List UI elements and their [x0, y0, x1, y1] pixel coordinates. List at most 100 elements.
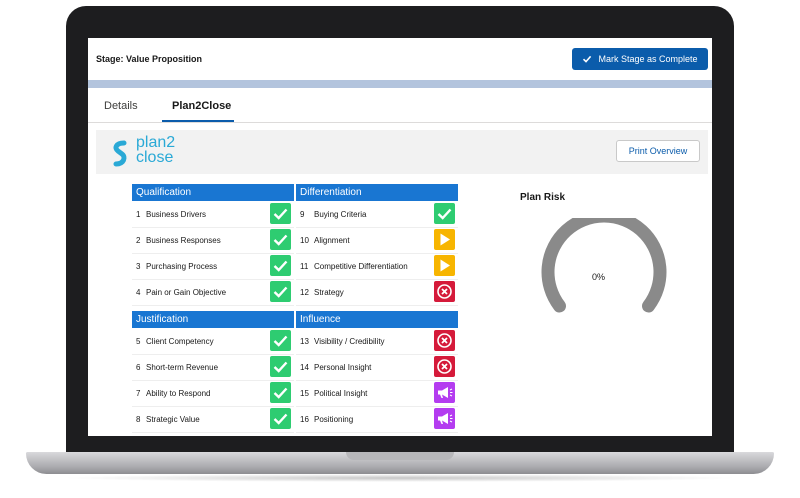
incomplete-status-icon[interactable]: [434, 281, 455, 302]
section-influence-header: Influence: [296, 311, 458, 328]
play-icon: [440, 259, 450, 272]
megaphone-icon: [438, 413, 453, 424]
check-status-icon[interactable]: [270, 255, 291, 276]
mark-stage-complete-button[interactable]: Mark Stage as Complete: [572, 48, 708, 70]
checkmark-icon: [437, 208, 452, 220]
section-differentiation-header: Differentiation: [296, 184, 458, 201]
close-circle-icon: [437, 359, 452, 374]
item-label: Client Competency: [146, 337, 214, 346]
item-label: Ability to Respond: [146, 389, 211, 398]
item-number: 3: [136, 262, 141, 271]
in-progress-status-icon[interactable]: [434, 229, 455, 250]
escalation-status-icon[interactable]: [434, 408, 455, 429]
in-progress-status-icon[interactable]: [434, 255, 455, 276]
checklist-row: 9 Buying Criteria: [296, 201, 458, 228]
megaphone-icon: [438, 387, 453, 398]
checklist-row: 11 Competitive Differentiation: [296, 253, 458, 280]
checklist-row: 10 Alignment: [296, 227, 458, 254]
checkmark-icon: [583, 55, 592, 63]
item-number: 6: [136, 363, 141, 372]
plan2close-logo-icon: [113, 140, 127, 167]
plan2close-logo: plan2 close: [136, 134, 176, 166]
close-circle-icon: [437, 333, 452, 348]
check-status-icon[interactable]: [270, 203, 291, 224]
check-status-icon[interactable]: [270, 229, 291, 250]
item-number: 2: [136, 236, 141, 245]
checkmark-icon: [273, 361, 288, 373]
header-stripe: [88, 80, 712, 88]
checkmark-icon: [273, 234, 288, 246]
active-tab-indicator: [162, 120, 234, 122]
checkmark-icon: [273, 260, 288, 272]
item-label: Alignment: [314, 236, 350, 245]
tab-plan2close[interactable]: Plan2Close: [172, 100, 231, 112]
app-screen: Stage: Value Proposition Mark Stage as C…: [88, 38, 712, 436]
checkmark-icon: [273, 413, 288, 425]
check-status-icon[interactable]: [434, 203, 455, 224]
item-label: Purchasing Process: [146, 262, 218, 271]
item-label: Visibility / Credibility: [314, 337, 385, 346]
checklist-row: 6 Short-term Revenue: [132, 354, 294, 381]
check-status-icon[interactable]: [270, 408, 291, 429]
item-number: 10: [300, 236, 309, 245]
item-label: Personal Insight: [314, 363, 372, 372]
item-label: Pain or Gain Objective: [146, 288, 227, 297]
checklist-row: 8 Strategic Value: [132, 406, 294, 433]
item-number: 8: [136, 415, 141, 424]
item-number: 11: [300, 262, 309, 271]
checklist-row: 7 Ability to Respond: [132, 380, 294, 407]
checklist-row: 3 Purchasing Process: [132, 253, 294, 280]
logo-line1: plan2: [136, 134, 176, 151]
laptop-notch: [346, 452, 454, 460]
close-circle-icon: [437, 284, 452, 299]
checkmark-icon: [273, 335, 288, 347]
print-overview-button[interactable]: Print Overview: [616, 140, 700, 162]
checklist-row: 5 Client Competency: [132, 328, 294, 355]
play-icon: [440, 233, 450, 246]
laptop-shadow: [60, 474, 740, 482]
item-label: Competitive Differentiation: [314, 262, 408, 271]
incomplete-status-icon[interactable]: [434, 356, 455, 377]
checklist-row: 14 Personal Insight: [296, 354, 458, 381]
plan-risk-value: 0%: [592, 272, 606, 282]
escalation-status-icon[interactable]: [434, 382, 455, 403]
check-status-icon[interactable]: [270, 330, 291, 351]
item-label: Business Drivers: [146, 210, 207, 219]
mark-stage-complete-label: Mark Stage as Complete: [598, 54, 698, 64]
check-status-icon[interactable]: [270, 356, 291, 377]
checkmark-icon: [273, 387, 288, 399]
checkmark-icon: [273, 286, 288, 298]
item-number: 1: [136, 210, 141, 219]
tab-bar: Details Plan2Close: [88, 88, 712, 123]
section-qualification-header: Qualification: [132, 184, 294, 201]
checklist-row: 4 Pain or Gain Objective: [132, 279, 294, 306]
checklist-row: 12 Strategy: [296, 279, 458, 306]
item-label: Strategic Value: [146, 415, 200, 424]
checklist-row: 15 Political Insight: [296, 380, 458, 407]
item-number: 7: [136, 389, 141, 398]
item-label: Buying Criteria: [314, 210, 367, 219]
plan-risk-title: Plan Risk: [520, 192, 566, 203]
item-number: 16: [300, 415, 309, 424]
section-justification-header: Justification: [132, 311, 294, 328]
stage-title: Stage: Value Proposition: [96, 54, 203, 64]
tab-details[interactable]: Details: [104, 100, 138, 112]
incomplete-status-icon[interactable]: [434, 330, 455, 351]
item-number: 5: [136, 337, 141, 346]
checklist-row: 16 Positioning: [296, 406, 458, 433]
checklist-row: 1 Business Drivers: [132, 201, 294, 228]
checkmark-icon: [273, 208, 288, 220]
item-label: Strategy: [314, 288, 344, 297]
item-number: 12: [300, 288, 309, 297]
checklist-row: 2 Business Responses: [132, 227, 294, 254]
item-number: 15: [300, 389, 309, 398]
checklist-row: 13 Visibility / Credibility: [296, 328, 458, 355]
item-number: 4: [136, 288, 141, 297]
check-status-icon[interactable]: [270, 382, 291, 403]
logo-line2: close: [136, 149, 174, 166]
item-label: Business Responses: [146, 236, 221, 245]
item-number: 9: [300, 210, 305, 219]
check-status-icon[interactable]: [270, 281, 291, 302]
item-label: Short-term Revenue: [146, 363, 219, 372]
stage-header: Stage: Value Proposition Mark Stage as C…: [88, 38, 712, 80]
